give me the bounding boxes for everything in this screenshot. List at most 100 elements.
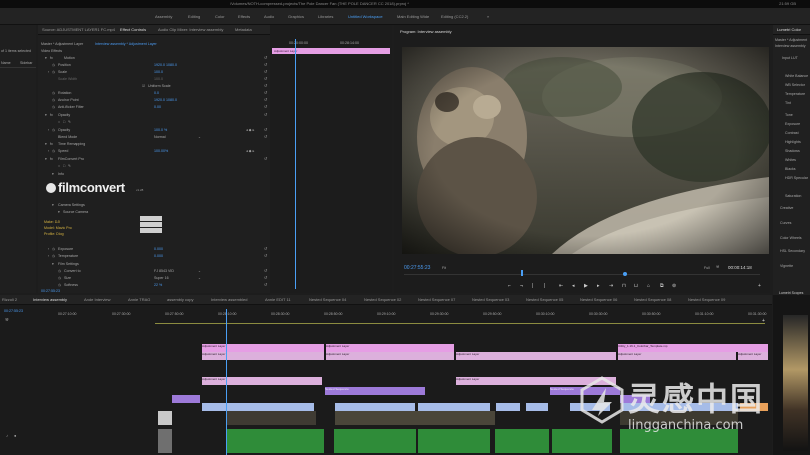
clip-thumbnail-strip[interactable]: [335, 411, 495, 425]
quality-select[interactable]: Full: [704, 266, 710, 270]
lumetri-sequence[interactable]: Interview assembly: [775, 44, 806, 48]
lumetri-exposure[interactable]: Exposure: [785, 122, 800, 126]
param-anti-flicker-value[interactable]: 0.00: [154, 105, 161, 109]
tab-sequence[interactable]: Nested Sequence 08: [634, 297, 671, 302]
fit-select[interactable]: Fit: [442, 266, 446, 270]
reset-icon[interactable]: ↺: [264, 127, 267, 132]
sequence-clip-label[interactable]: Interview assembly * Adjustment Layer: [95, 42, 157, 46]
clip-adjustment-layer[interactable]: Adjustment Layer: [738, 352, 768, 360]
stopwatch-icon[interactable]: ◷: [52, 70, 55, 74]
tab-sequence[interactable]: assembly copy: [167, 297, 193, 302]
clip-adjustment-layer[interactable]: Adjustment Layer: [326, 352, 454, 360]
tab-sequence[interactable]: Nested Sequence 02: [364, 297, 401, 302]
mask-ellipse-icon[interactable]: ○: [58, 120, 60, 124]
stopwatch-icon[interactable]: ◷: [52, 63, 55, 67]
tab-lumetri-color[interactable]: Lumetri Color: [777, 27, 801, 32]
tab-metadata[interactable]: Metadata: [235, 27, 252, 32]
section-film-settings[interactable]: Film Settings: [58, 262, 79, 266]
effect-motion[interactable]: Motion: [64, 56, 75, 60]
camera-profile-select[interactable]: [140, 228, 162, 233]
effect-controls-timeline[interactable]: 00:20:00:00 00:28:14:00 Adjustment Layer: [270, 25, 392, 293]
lumetri-contrast[interactable]: Contrast: [785, 131, 799, 135]
section-source-camera[interactable]: Source Camera: [63, 210, 88, 214]
lumetri-input-lut[interactable]: Input LUT: [782, 56, 798, 60]
camera-make-select[interactable]: [140, 216, 162, 221]
lumetri-temperature[interactable]: Temperature: [785, 92, 805, 96]
tab-sequence[interactable]: Annie EDIT 11: [265, 297, 291, 302]
uniform-scale-checkbox[interactable]: ☑: [142, 84, 145, 88]
clip-adjustment-layer[interactable]: Adjustment Layer: [202, 344, 324, 352]
lumetri-saturation[interactable]: Saturation: [785, 194, 801, 198]
fx-badge-icon[interactable]: fx: [50, 142, 53, 146]
workspace-color[interactable]: Color: [215, 14, 225, 19]
expand-arrow-icon[interactable]: ▾: [45, 56, 47, 60]
tab-sequence[interactable]: Nested Sequence 06: [580, 297, 617, 302]
expand-arrow-icon[interactable]: ›: [48, 149, 49, 153]
param-anchor-point-value[interactable]: 1920.0 1080.0: [154, 98, 177, 102]
param-temperature-value[interactable]: 0.000: [154, 254, 163, 258]
timeline-ruler[interactable]: 00:27:10:00 00:27:30:00 00:27:50:00 00:2…: [44, 309, 772, 321]
stopwatch-icon[interactable]: ◷: [52, 91, 55, 95]
mask-pen-icon[interactable]: ✎: [68, 120, 71, 124]
fx-badge-icon[interactable]: fx: [50, 157, 53, 161]
stopwatch-icon[interactable]: ◷: [58, 269, 61, 273]
tab-sequence[interactable]: Nested Sequence 07: [418, 297, 455, 302]
lumetri-shadows[interactable]: Shadows: [785, 149, 800, 153]
workspace-effects[interactable]: Effects: [238, 14, 250, 19]
clip-video[interactable]: [418, 403, 490, 411]
workspace-audio[interactable]: Audio: [264, 14, 274, 19]
effect-filmconvert[interactable]: FilmConvert Pro: [58, 157, 84, 161]
lumetri-blacks[interactable]: Blacks: [785, 167, 796, 171]
lumetri-hsl-secondary[interactable]: HSL Secondary: [780, 249, 805, 253]
clip-video[interactable]: [496, 403, 520, 411]
clip-nested-sequence[interactable]: Nested Sequence: [325, 387, 425, 395]
expand-arrow-icon[interactable]: ▾: [52, 172, 54, 176]
stopwatch-icon[interactable]: ◷: [52, 149, 55, 153]
tab-sequence[interactable]: Nested Sequence 05: [526, 297, 563, 302]
clip-utility[interactable]: Utility_1.16.1_Colorbar_Template.mp: [618, 344, 768, 352]
track-solo-icon[interactable]: ●: [14, 433, 16, 438]
step-back-icon[interactable]: ◂: [572, 283, 575, 289]
fx-badge-icon[interactable]: fx: [50, 56, 53, 60]
expand-arrow-icon[interactable]: ›: [48, 70, 49, 74]
clip-adjustment-layer[interactable]: Adjustment Layer: [202, 352, 324, 360]
param-scale-value[interactable]: 100.0: [154, 70, 163, 74]
tab-sequence[interactable]: Ande Interview: [84, 297, 110, 302]
size-select[interactable]: Super 16: [154, 276, 169, 280]
reset-icon[interactable]: ↺: [264, 253, 267, 258]
add-button-icon[interactable]: +: [758, 283, 761, 289]
project-sidebar-label[interactable]: Sidebar: [20, 61, 32, 65]
clip-thumbnail-strip[interactable]: [226, 411, 316, 425]
program-monitor-title[interactable]: Program: Interview assembly: [400, 29, 452, 34]
tab-sequence[interactable]: Annie TRAG: [128, 297, 150, 302]
stopwatch-icon[interactable]: ◷: [58, 276, 61, 280]
expand-arrow-icon[interactable]: ▾: [45, 142, 47, 146]
reset-icon[interactable]: ↺: [264, 268, 267, 273]
reset-icon[interactable]: ↺: [264, 55, 267, 60]
program-timecode[interactable]: 00:27:55:23: [404, 265, 430, 271]
clip-adjustment-layer[interactable]: Adjustment Layer: [618, 352, 736, 360]
clip-audio[interactable]: [495, 429, 549, 453]
export-frame-icon[interactable]: ⌂: [647, 283, 650, 289]
stopwatch-icon[interactable]: ◷: [52, 98, 55, 102]
workspace-editing[interactable]: Editing: [188, 14, 200, 19]
lumetri-curves[interactable]: Curves: [780, 221, 791, 225]
reset-icon[interactable]: ↺: [264, 156, 267, 161]
reset-icon[interactable]: ↺: [264, 62, 267, 67]
chevron-down-icon[interactable]: ⌄: [198, 269, 201, 273]
stopwatch-icon[interactable]: ◷: [52, 254, 55, 258]
workspace-assembly[interactable]: Assembly: [155, 14, 172, 19]
go-to-in-icon[interactable]: |: [532, 283, 533, 289]
param-speed-value[interactable]: 100.00%: [154, 149, 168, 153]
program-scrubber[interactable]: [404, 274, 760, 275]
stopwatch-icon[interactable]: ◷: [58, 283, 61, 287]
marker-icon[interactable]: |: [544, 283, 545, 289]
reset-icon[interactable]: ↺: [264, 69, 267, 74]
reset-icon[interactable]: ↺: [264, 76, 267, 81]
stopwatch-icon[interactable]: ◷: [52, 247, 55, 251]
clip-audio[interactable]: [418, 429, 490, 453]
clip-adjustment-layer[interactable]: Adjustment Layer: [326, 344, 454, 352]
section-camera-settings[interactable]: Camera Settings: [58, 203, 85, 207]
extract-icon[interactable]: ⊔: [634, 283, 638, 289]
clip-video[interactable]: [526, 403, 548, 411]
